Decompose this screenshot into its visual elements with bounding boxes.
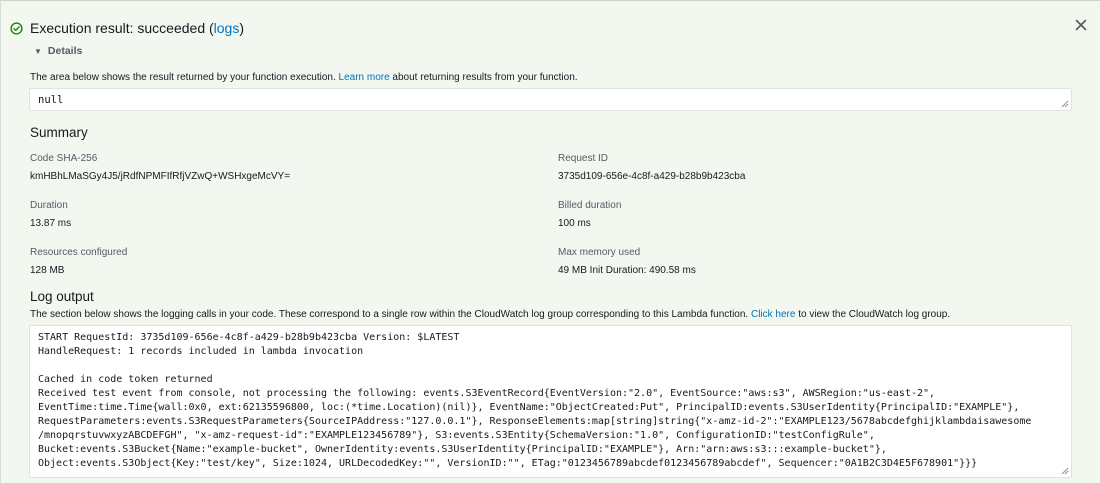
log-line: START RequestId: 3735d109-656e-4c8f-a429… (38, 332, 460, 343)
duration-value: 13.87 ms (30, 218, 72, 229)
log-line: Cached in code token returned (38, 374, 213, 385)
log-output-box[interactable]: START RequestId: 3735d109-656e-4c8f-a429… (29, 325, 1072, 478)
request-id-label: Request ID (558, 153, 609, 164)
request-id-value: 3735d109-656e-4c8f-a429-b28b9b423cba (558, 171, 746, 182)
details-label: Details (47, 45, 83, 57)
learn-more-link[interactable]: Learn more (339, 72, 390, 83)
close-icon[interactable] (1074, 18, 1088, 32)
billed-duration-label: Billed duration (558, 200, 622, 211)
result-output[interactable]: null (29, 88, 1072, 111)
result-desc-before: The area below shows the result returned… (30, 72, 339, 83)
status-suffix: ) (239, 20, 245, 36)
result-value: null (38, 94, 64, 106)
log-line: Bucket:events.S3Bucket{Name:"example-buc… (38, 444, 887, 455)
log-description: The section below shows the logging call… (30, 309, 950, 320)
resources-value: 128 MB (30, 265, 65, 276)
log-desc-before: The section below shows the logging call… (30, 309, 751, 320)
resize-handle-icon[interactable] (1061, 100, 1069, 108)
execution-result-panel: Execution result: succeeded (logs) ▼ Det… (0, 0, 1100, 483)
result-desc-after: about returning results from your functi… (389, 72, 578, 83)
status-title: Execution result: succeeded (logs) (30, 20, 244, 36)
duration-label: Duration (30, 200, 68, 211)
log-line: EventTime:time.Time{wall:0x0, ext:621355… (38, 402, 1020, 413)
details-toggle[interactable]: ▼ Details (34, 45, 82, 57)
code-sha-value: kmHBhLMaSGy4J5/jRdfNPMFIfRfjVZwQ+WSHxgeM… (30, 171, 291, 182)
billed-duration-value: 100 ms (558, 218, 591, 229)
click-here-link[interactable]: Click here (751, 309, 795, 320)
caret-down-icon: ▼ (34, 46, 42, 56)
log-line: HandleRequest: 1 records included in lam… (38, 346, 364, 357)
summary-heading: Summary (30, 125, 88, 140)
resources-label: Resources configured (30, 247, 128, 258)
code-sha-label: Code SHA-256 (30, 153, 98, 164)
log-output-heading: Log output (30, 289, 94, 304)
status-row: Execution result: succeeded (logs) (10, 20, 244, 36)
result-description: The area below shows the result returned… (30, 72, 578, 83)
log-line: RequestParameters:events.S3RequestParame… (38, 416, 1032, 427)
status-prefix: Execution result: succeeded ( (30, 20, 214, 36)
logs-link[interactable]: logs (214, 20, 240, 36)
log-line: Object:events.S3Object{Key:"test/key", S… (38, 458, 978, 469)
max-memory-value: 49 MB Init Duration: 490.58 ms (558, 265, 696, 276)
max-memory-label: Max memory used (558, 247, 641, 258)
log-line: /mnopqrstuvwxyzABCDEFGH", "x-amz-request… (38, 430, 875, 441)
log-line: Received test event from console, not pr… (38, 388, 936, 399)
check-circle-icon (10, 21, 23, 35)
resize-handle-icon[interactable] (1061, 467, 1069, 475)
log-desc-after: to view the CloudWatch log group. (795, 309, 951, 320)
